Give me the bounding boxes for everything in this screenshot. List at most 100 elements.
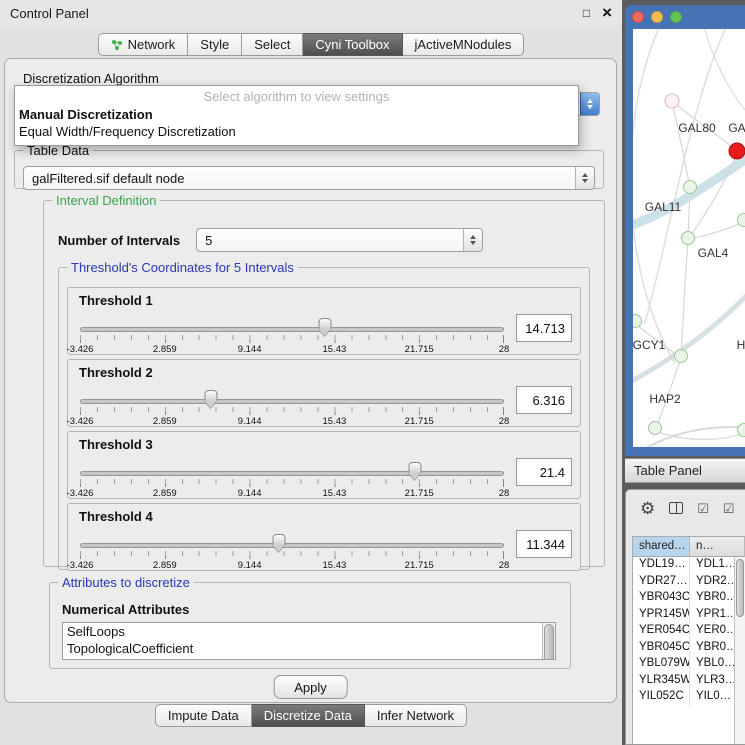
apply-button[interactable]: Apply [273, 675, 348, 699]
network-node[interactable] [648, 421, 662, 435]
table-cell[interactable]: YBR043C [633, 590, 690, 607]
table-cell[interactable]: YIL052C [633, 689, 690, 706]
tab-impute-data[interactable]: Impute Data [155, 704, 252, 727]
threshold-1-group: Threshold 1 -3.4262.8599.14415.4321.7152… [67, 287, 581, 355]
slider-minor-ticks [80, 335, 504, 340]
table-row[interactable]: YBR045CYBR0… [633, 640, 745, 657]
bottom-tab-bar: Impute Data Discretize Data Infer Networ… [0, 704, 622, 727]
threshold-3-value-field[interactable]: 21.4 [516, 458, 572, 486]
checkbox-icon[interactable]: ☑ [723, 502, 735, 515]
threshold-4-group: Threshold 4 -3.4262.8599.14415.4321.7152… [67, 503, 581, 571]
number-of-intervals-label: Number of Intervals [58, 233, 180, 248]
slider-thumb-icon[interactable] [318, 318, 331, 329]
algorithm-option-manual[interactable]: Manual Discretization [15, 106, 578, 123]
attribute-list-item[interactable]: SelfLoops [67, 624, 539, 641]
discretization-algorithm-label: Discretization Algorithm [23, 71, 159, 86]
tab-discretize-data[interactable]: Discretize Data [252, 704, 365, 727]
network-node[interactable] [665, 94, 680, 109]
tab-jactivemnodules[interactable]: jActiveMNodules [403, 33, 525, 56]
slider-tick-labels: -3.4262.8599.14415.4321.71528 [80, 560, 504, 572]
table-row[interactable]: YBL079WYBL0… [633, 656, 745, 673]
table-cell[interactable]: YER054C [633, 623, 690, 640]
table-row[interactable]: YDR27…YDR2… [633, 574, 745, 591]
table-scrollbar[interactable] [734, 557, 745, 744]
table-cell[interactable]: YPR145W [633, 607, 690, 624]
threshold-2-value-field[interactable]: 6.316 [516, 386, 572, 414]
threshold-1-value-field[interactable]: 14.713 [516, 314, 572, 342]
table-row[interactable]: YDL19…YDL1… [633, 557, 745, 574]
threshold-3-slider[interactable]: -3.4262.8599.14415.4321.71528 [80, 452, 504, 498]
close-window-icon[interactable]: × [602, 7, 612, 19]
thresholds-group: Threshold's Coordinates for 5 Intervals … [58, 260, 590, 570]
checkbox-icon[interactable]: ☑ [697, 502, 709, 515]
threshold-2-slider[interactable]: -3.4262.8599.14415.4321.71528 [80, 380, 504, 426]
tab-network[interactable]: Network [98, 33, 189, 56]
table-cell[interactable]: YLR345W [633, 673, 690, 690]
interval-definition-legend: Interval Definition [52, 193, 160, 208]
combo-stepper-icon[interactable] [575, 167, 594, 189]
combo-stepper-icon[interactable] [463, 229, 482, 251]
slider-thumb-icon[interactable] [205, 390, 218, 401]
column-header-shared-name[interactable]: shared… [633, 537, 690, 557]
threshold-3-label: Threshold 3 [76, 432, 572, 452]
column-header-name[interactable]: n… [690, 537, 745, 557]
slider-thumb-icon[interactable] [273, 534, 286, 545]
combo-stepper-icon[interactable] [580, 93, 599, 115]
slider-track[interactable] [80, 399, 504, 404]
table-cell[interactable]: YDR27… [633, 574, 690, 591]
tab-label: jActiveMNodules [415, 37, 512, 52]
mac-zoom-icon[interactable] [670, 11, 682, 23]
table-cell[interactable]: YDL19… [633, 557, 690, 574]
table-row[interactable]: YPR145WYPR1… [633, 607, 745, 624]
table-cell[interactable]: YBR045C [633, 640, 690, 657]
table-row[interactable]: YLR345WYLR3… [633, 673, 745, 690]
slider-thumb-icon[interactable] [408, 462, 421, 473]
attribute-list-item[interactable]: TopologicalCoefficient [67, 641, 539, 658]
attributes-legend: Attributes to discretize [58, 575, 194, 590]
table-row[interactable]: YBR043CYBR0… [633, 590, 745, 607]
tick-label: 9.144 [238, 488, 262, 499]
gear-icon[interactable]: ⚙ [640, 500, 655, 517]
attribute-list-item[interactable]: BetweennessCentrality [67, 657, 539, 660]
slider-track[interactable] [80, 471, 504, 476]
mac-minimize-icon[interactable] [651, 11, 663, 23]
list-scrollbar[interactable] [542, 623, 555, 659]
number-of-intervals-combo[interactable]: 5 [196, 228, 483, 252]
number-of-intervals-row: Number of Intervals 5 [58, 228, 483, 252]
tab-cyni-toolbox[interactable]: Cyni Toolbox [303, 33, 402, 56]
slider-tick-labels: -3.4262.8599.14415.4321.71528 [80, 488, 504, 500]
tick-label: 28 [499, 488, 510, 499]
tick-label: 2.859 [153, 560, 177, 571]
algorithm-option-equal-width[interactable]: Equal Width/Frequency Discretization [15, 123, 578, 140]
threshold-1-slider[interactable]: -3.4262.8599.14415.4321.71528 [80, 308, 504, 354]
network-node[interactable] [729, 143, 745, 160]
tab-label: Cyni Toolbox [315, 37, 389, 52]
number-of-intervals-value: 5 [205, 233, 212, 248]
tick-label: 28 [499, 344, 510, 355]
network-node[interactable] [737, 213, 745, 227]
mac-close-icon[interactable] [632, 11, 644, 23]
network-node-label: GAL11 [645, 200, 681, 214]
threshold-4-slider[interactable]: -3.4262.8599.14415.4321.71528 [80, 524, 504, 570]
tick-label: 15.43 [323, 560, 347, 571]
network-node[interactable] [681, 231, 695, 245]
tab-style[interactable]: Style [188, 33, 242, 56]
scrollbar-thumb[interactable] [736, 559, 744, 617]
float-window-icon[interactable]: □ [583, 6, 590, 20]
network-node[interactable] [674, 349, 688, 363]
table-header-row: shared… n… [633, 537, 745, 557]
network-canvas[interactable]: GAL80GAGAL11GAL4GCY1HHAP2 [633, 29, 745, 447]
tab-infer-network[interactable]: Infer Network [365, 704, 467, 727]
threshold-4-value-field[interactable]: 11.344 [516, 530, 572, 558]
scrollbar-thumb[interactable] [544, 624, 554, 660]
tab-select[interactable]: Select [242, 33, 303, 56]
columns-icon[interactable] [669, 502, 683, 514]
table-row[interactable]: YIL052CYIL0… [633, 689, 745, 706]
table-cell[interactable]: YBL079W [633, 656, 690, 673]
slider-track[interactable] [80, 327, 504, 332]
table-data-combo[interactable]: galFiltered.sif default node [23, 166, 595, 190]
table-row[interactable]: YER054CYER0… [633, 623, 745, 640]
slider-track[interactable] [80, 543, 504, 548]
network-node[interactable] [737, 423, 745, 437]
network-node[interactable] [683, 180, 697, 194]
